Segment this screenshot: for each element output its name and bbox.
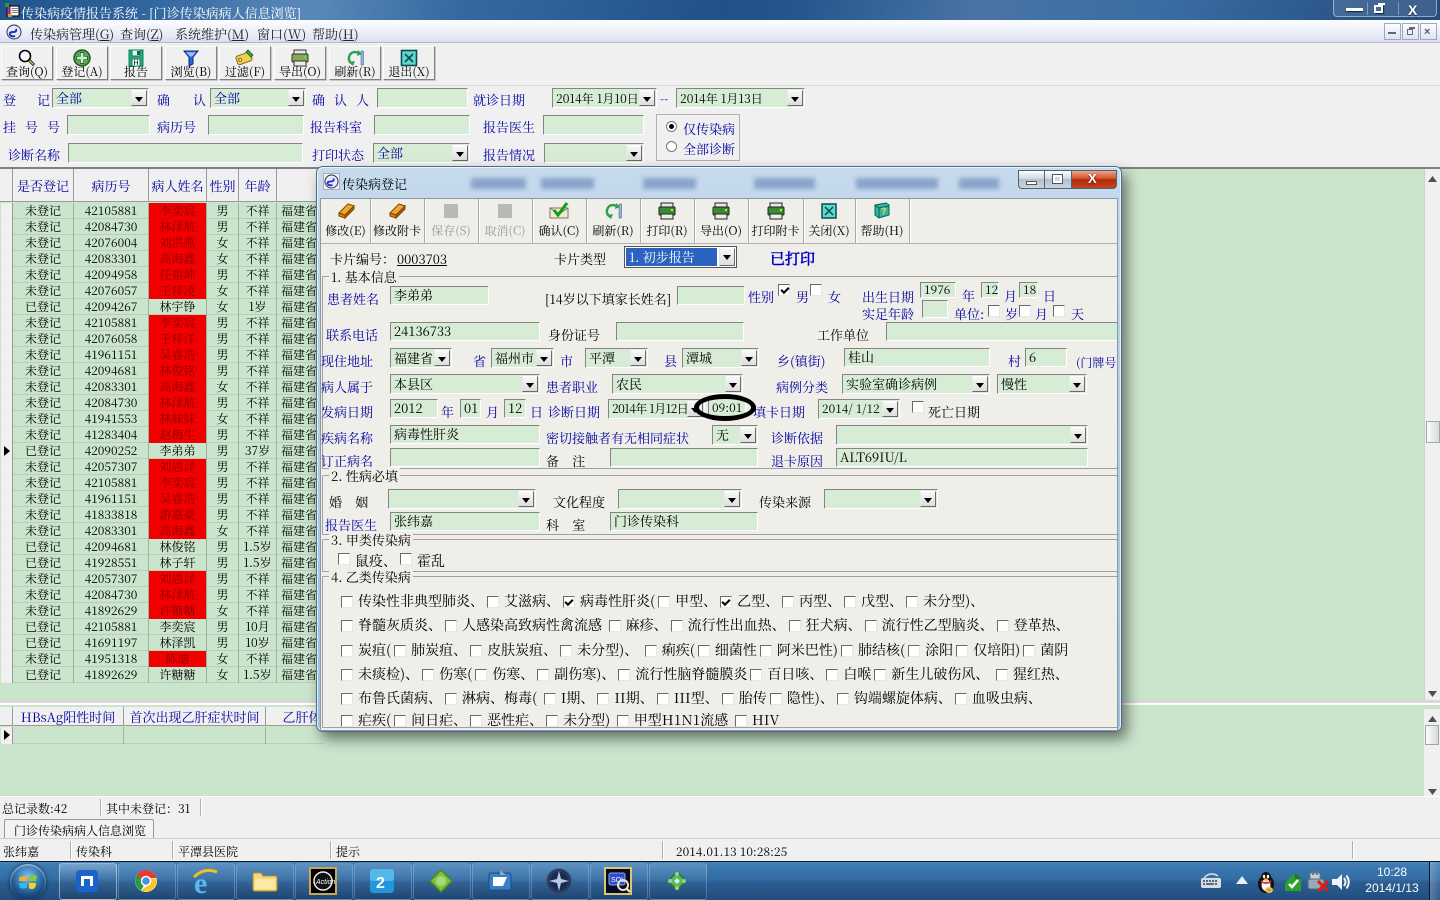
svg-text:2: 2	[376, 875, 385, 892]
svg-text:Action: Action	[315, 879, 336, 886]
svg-text:?: ?	[881, 206, 887, 216]
